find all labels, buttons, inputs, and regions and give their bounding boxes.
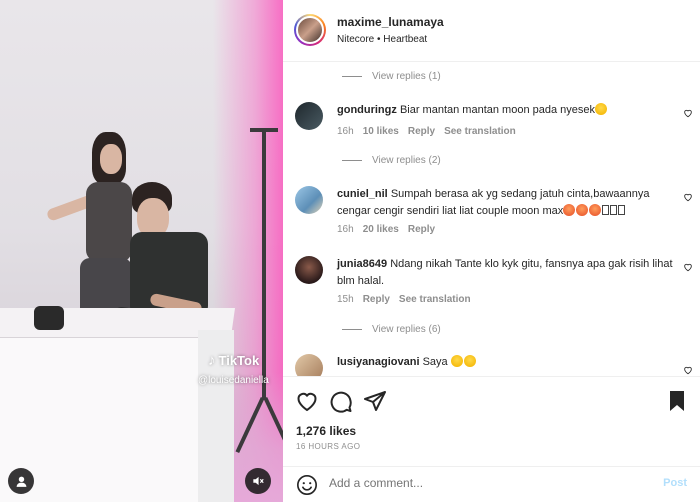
add-comment-input[interactable]	[329, 476, 649, 490]
share-icon[interactable]	[363, 389, 387, 413]
view-replies-label: View replies (6)	[372, 324, 441, 335]
replies-divider	[342, 160, 362, 161]
comment-age: 15h	[337, 294, 354, 305]
heart-icon[interactable]	[683, 192, 693, 202]
comment-age: 16h	[337, 126, 354, 137]
smile-icon[interactable]	[296, 474, 318, 496]
heart-eyes-emoji-icon	[589, 204, 602, 216]
bookmark-icon[interactable]	[665, 389, 689, 413]
view-replies-button[interactable]: View replies (1)	[342, 71, 441, 82]
laughing-emoji-icon	[595, 103, 607, 115]
commenter-avatar[interactable]	[295, 256, 323, 284]
see-translation-button[interactable]: See translation	[444, 126, 516, 137]
post-header: maxime_lunamaya Nitecore • Heartbeat	[283, 0, 700, 62]
commenter-avatar[interactable]	[295, 186, 323, 214]
comment-icon[interactable]	[329, 389, 353, 413]
view-replies-button[interactable]: View replies (2)	[342, 155, 441, 166]
tiktok-handle: @louisedaniella	[198, 375, 269, 386]
missing-glyph-icon	[610, 205, 618, 215]
comment-body: gonduringz Biar mantan mantan moon pada …	[337, 102, 677, 119]
reply-button[interactable]: Reply	[363, 294, 390, 305]
reply-button[interactable]: Reply	[408, 126, 435, 137]
like-count[interactable]: 1,276 likes	[296, 424, 356, 438]
post-panel: maxime_lunamaya Nitecore • Heartbeat Vie…	[283, 0, 700, 502]
commenter-username[interactable]: gonduringz	[337, 104, 397, 116]
comment-body: lusiyanagiovani Saya	[337, 354, 677, 371]
comment-body: cuniel_nil Sumpah berasa ak yg sedang ja…	[337, 186, 677, 220]
post-time: 16 HOURS AGO	[296, 442, 361, 451]
post-media[interactable]: ♪ TikTok @louisedaniella	[0, 0, 283, 502]
author-avatar-image	[296, 16, 324, 44]
commenter-avatar[interactable]	[295, 354, 323, 376]
comment-meta: 15h Reply See translation	[337, 294, 471, 305]
light-stand	[262, 130, 266, 400]
speaker	[34, 306, 64, 330]
user-icon	[16, 476, 26, 487]
tiktok-watermark: ♪ TikTok	[208, 352, 259, 369]
view-replies-label: View replies (2)	[372, 155, 441, 166]
tiktok-label: TikTok	[218, 353, 260, 368]
commenter-username[interactable]: lusiyanagiovani	[337, 356, 420, 368]
comment-text: Biar mantan mantan moon pada nyesek	[399, 104, 595, 116]
missing-glyph-icon	[602, 205, 610, 215]
comments-list[interactable]: View replies (1) gonduringz Biar mantan …	[283, 62, 700, 376]
woman-top	[86, 182, 132, 262]
see-translation-button[interactable]: See translation	[399, 294, 471, 305]
commenter-username[interactable]: cuniel_nil	[337, 188, 388, 200]
reply-button[interactable]: Reply	[408, 224, 435, 235]
comment-body: junia8649 Ndang nikah Tante klo kyk gitu…	[337, 256, 677, 290]
light-stand-arm	[250, 128, 278, 132]
replies-divider	[342, 329, 362, 330]
add-comment-bar: Post	[283, 466, 700, 502]
comment-meta: 16h 20 likes Reply	[337, 224, 435, 235]
woman-face	[100, 144, 122, 174]
comment-likes[interactable]: 10 likes	[363, 126, 399, 137]
heart-icon[interactable]	[683, 365, 693, 375]
tiktok-logo-icon: ♪	[208, 352, 216, 369]
heart-icon[interactable]	[683, 262, 693, 272]
missing-glyph-icon	[618, 205, 626, 215]
heart-icon[interactable]	[295, 389, 319, 413]
post-actions: 1,276 likes 16 HOURS AGO	[283, 376, 700, 468]
comment-meta: 16h 10 likes Reply See translation	[337, 126, 516, 137]
author-avatar[interactable]	[294, 14, 326, 46]
comment-text: Ndang nikah Tante klo kyk gitu, fansnya …	[337, 258, 673, 287]
commenter-username[interactable]: junia8649	[337, 258, 387, 270]
view-replies-button[interactable]: View replies (6)	[342, 324, 441, 335]
comment-age: 16h	[337, 224, 354, 235]
post-comment-button[interactable]: Post	[663, 477, 687, 489]
mute-icon	[253, 476, 264, 486]
tagged-users-button[interactable]	[8, 468, 34, 494]
commenter-avatar[interactable]	[295, 102, 323, 130]
view-replies-label: View replies (1)	[372, 71, 441, 82]
laughing-emoji-icon	[450, 355, 463, 367]
comment-likes[interactable]: 20 likes	[363, 224, 399, 235]
audio-attribution[interactable]: Nitecore • Heartbeat	[337, 34, 427, 45]
replies-divider	[342, 76, 362, 77]
mute-button[interactable]	[245, 468, 271, 494]
heart-eyes-emoji-icon	[576, 204, 589, 216]
heart-eyes-emoji-icon	[563, 204, 576, 216]
heart-icon[interactable]	[683, 108, 693, 118]
laughing-emoji-icon	[463, 355, 476, 367]
comment-text: Saya	[422, 356, 448, 368]
author-username[interactable]: maxime_lunamaya	[337, 15, 444, 29]
